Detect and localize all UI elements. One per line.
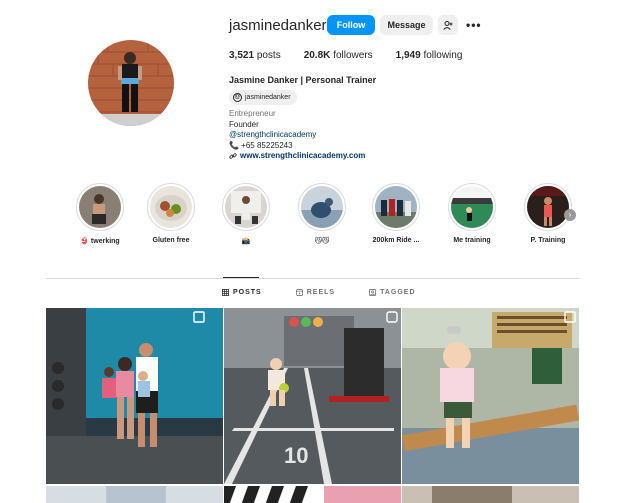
tab-tagged[interactable]: TAGGED [369,289,415,296]
tab-reels[interactable]: REELS [295,289,336,296]
post-tile[interactable] [46,308,223,484]
tagged-icon [369,289,377,296]
highlight-label: Me training [453,237,491,244]
highlight-label: 200km Ride ... [372,237,420,244]
bio: Entrepreneur Founder @strengthclinicacad… [229,109,609,162]
chevron-right-icon[interactable]: › [564,209,576,221]
profile-stats: 3,521 posts 20.8K followers 1,949 follow… [229,50,609,61]
tab-tagged-label: TAGGED [380,289,416,296]
following-label: following [423,50,463,61]
tabs-divider [46,278,579,279]
profile-info: jasminedanker Follow Message ••• 3,521 p… [229,14,609,162]
highlight-label: 📸 [241,238,251,245]
highlight-item[interactable]: Me training [442,183,502,244]
highlight-label: 😼😼 [314,238,330,245]
active-tab-indicator [223,277,259,278]
tab-reels-label: REELS [306,289,336,296]
highlight-label: P. Training [530,237,566,244]
bio-phone: 📞 +65 85225243 [229,140,293,150]
highlight-label: Gluten free [152,237,190,244]
threads-badge[interactable]: @ jasminedanker [229,90,297,105]
bio-mention-link[interactable]: @strengthclinicacademy [229,130,609,141]
tab-posts-label: POSTS [233,289,262,296]
following-count: 1,949 [395,50,421,61]
reels-icon [295,289,303,296]
highlight-item[interactable]: 200km Ride ... [366,183,426,244]
posts-label: posts [256,50,281,61]
svg-text:10: 10 [284,443,308,468]
following-stat[interactable]: 1,949 following [396,50,463,61]
posts-stat[interactable]: 3,521 posts [229,50,281,61]
threads-icon: @ [233,93,242,102]
tab-posts[interactable]: POSTS [222,289,262,296]
highlight-item[interactable]: 📸 [216,183,276,245]
post-tile[interactable] [46,486,223,503]
post-tile[interactable]: 10 [224,308,401,484]
grid-icon [222,289,229,296]
bio-line: Founder [229,119,259,129]
followers-label: followers [333,50,373,61]
threads-handle: jasminedanker [245,94,291,101]
add-person-icon [443,20,453,30]
website-link[interactable]: www.strengthclinicacademy.com [240,151,365,162]
post-tile[interactable] [402,308,579,484]
highlight-item[interactable]: 👙 twerking [70,183,130,245]
message-button[interactable]: Message [380,15,433,35]
full-name: Jasmine Danker | Personal Trainer [229,75,377,85]
category-label: Entrepreneur [229,109,276,118]
highlight-item[interactable]: Gluten free [141,183,201,244]
followers-count: 20.8K [303,50,331,61]
follow-button[interactable]: Follow [327,15,375,35]
profile-avatar[interactable] [88,40,174,126]
posts-count: 3,521 [229,50,255,61]
more-options-icon[interactable]: ••• [466,18,482,32]
post-tile[interactable] [224,486,401,503]
profile-tabs: POSTS REELS TAGGED [222,289,450,296]
post-tile[interactable] [402,486,579,503]
highlight-item[interactable]: 😼😼 [292,183,352,245]
suggest-user-button[interactable] [438,15,458,35]
story-highlights: 👙 twerking Gluten free 📸 😼😼 200km Ride .… [70,183,590,253]
link-icon [229,153,237,159]
followers-stat[interactable]: 20.8K followers [304,50,373,61]
username: jasminedanker [229,16,327,34]
profile-header-row: jasminedanker Follow Message ••• [229,14,609,36]
highlight-label: 👙 twerking [80,238,120,245]
